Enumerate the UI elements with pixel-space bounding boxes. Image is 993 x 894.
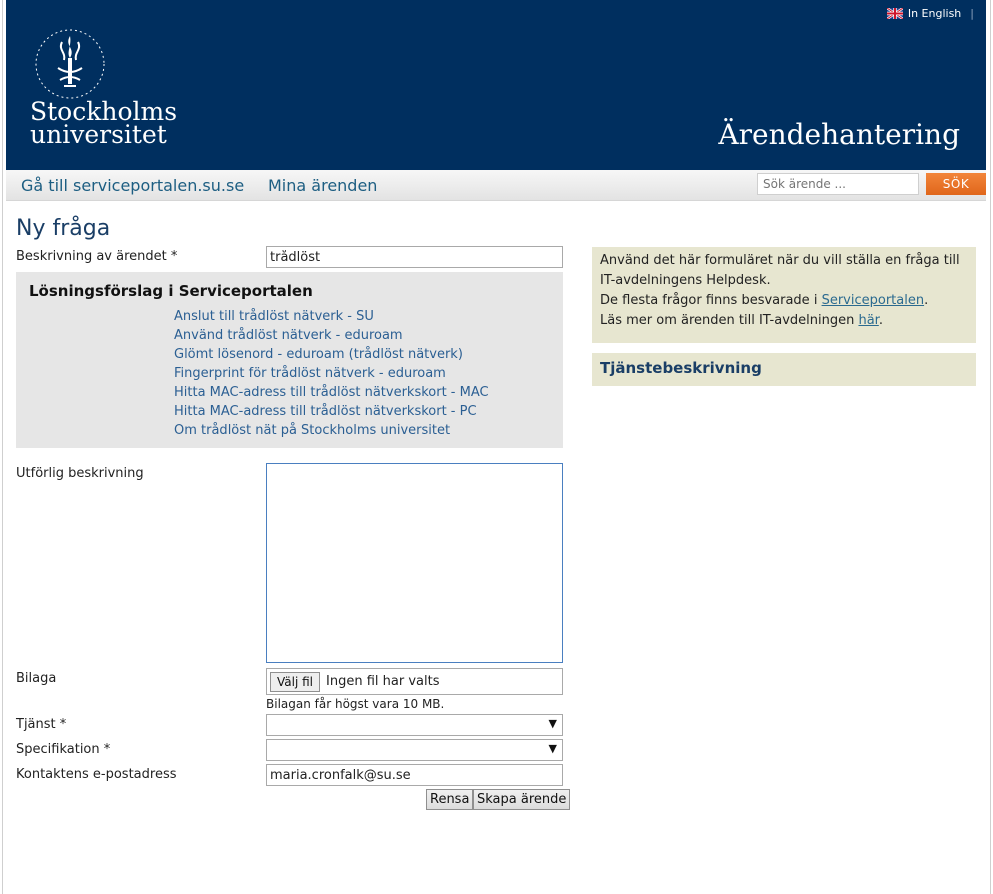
uk-flag-icon <box>886 8 903 19</box>
suggestion-link[interactable]: Anslut till trådlöst nätverk - SU <box>174 309 374 324</box>
suggestion-link[interactable]: Fingerprint för trådlöst nätverk - eduro… <box>174 366 446 381</box>
info-line-2: De flesta frågor finns besvarade i Servi… <box>600 291 968 311</box>
site-title: Ärendehantering <box>718 118 960 151</box>
language-link[interactable]: In English <box>908 7 961 20</box>
description-label: Beskrivning av ärendet * <box>16 249 178 264</box>
list-item: Hitta MAC-adress till trådlöst nätverksk… <box>174 383 489 402</box>
specification-select[interactable]: ▼ <box>266 739 563 761</box>
detail-textarea[interactable] <box>266 463 563 663</box>
suggestion-link[interactable]: Hitta MAC-adress till trådlöst nätverksk… <box>174 404 477 419</box>
search-input[interactable] <box>757 173 919 195</box>
info-text: De flesta frågor finns besvarade i <box>600 293 822 308</box>
service-select[interactable]: ▼ <box>266 714 563 736</box>
read-more-link[interactable]: här <box>858 313 878 328</box>
info-text: . <box>924 293 929 308</box>
search-button[interactable]: SÖK <box>926 173 986 195</box>
info-box: Använd det här formuläret när du vill st… <box>592 247 976 343</box>
detail-label: Utförlig beskrivning <box>16 466 144 481</box>
page-title: Ny fråga <box>16 216 111 241</box>
info-text: . <box>878 313 883 328</box>
service-description-box: Tjänstebeskrivning <box>592 353 976 386</box>
service-label: Tjänst * <box>16 717 67 732</box>
nav-link-my-cases[interactable]: Mina ärenden <box>268 176 377 195</box>
university-logo[interactable]: Stockholms universitet <box>30 99 177 149</box>
info-line-1: Använd det här formuläret när du vill st… <box>600 253 960 288</box>
suggestions-title: Lösningsförslag i Serviceportalen <box>29 282 313 300</box>
logo-line-2: universitet <box>30 120 167 149</box>
suggestions-list: Anslut till trådlöst nätverk - SU Använd… <box>174 307 489 440</box>
site-header: In English | Stockholms universitet Ären… <box>6 0 986 170</box>
nav-link-serviceportal[interactable]: Gå till serviceportalen.su.se <box>21 176 244 195</box>
info-text: Läs mer om ärenden till IT-avdelningen <box>600 313 859 328</box>
list-item: Glömt lösenord - eduroam (trådlöst nätve… <box>174 345 489 364</box>
language-separator: | <box>970 7 974 20</box>
dropdown-arrow-icon: ▼ <box>548 717 557 730</box>
email-input[interactable] <box>266 764 563 786</box>
university-seal-icon[interactable] <box>28 22 112 106</box>
suggestions-panel: Lösningsförslag i Serviceportalen Anslut… <box>16 272 563 448</box>
description-input[interactable] <box>266 246 563 268</box>
suggestion-link[interactable]: Glömt lösenord - eduroam (trådlöst nätve… <box>174 347 463 362</box>
email-label: Kontaktens e-postadress <box>16 767 177 782</box>
attachment-hint: Bilagan får högst vara 10 MB. <box>266 697 445 711</box>
list-item: Om trådlöst nät på Stockholms universite… <box>174 421 489 440</box>
info-line-3: Läs mer om ärenden till IT-avdelningen h… <box>600 311 968 331</box>
suggestion-link[interactable]: Hitta MAC-adress till trådlöst nätverksk… <box>174 385 489 400</box>
choose-file-button[interactable]: Välj fil <box>270 671 321 692</box>
create-case-button[interactable]: Skapa ärende <box>473 789 571 810</box>
serviceportal-link[interactable]: Serviceportalen <box>822 293 925 308</box>
reset-button[interactable]: Rensa <box>426 789 474 810</box>
nav-bar: Gå till serviceportalen.su.se Mina ärend… <box>6 170 986 201</box>
list-item: Använd trådlöst nätverk - eduroam <box>174 326 489 345</box>
specification-label: Specifikation * <box>16 742 111 757</box>
language-switch[interactable]: In English | <box>886 7 974 20</box>
file-status: Ingen fil har valts <box>326 674 440 689</box>
dropdown-arrow-icon: ▼ <box>548 742 557 755</box>
file-picker: Välj fil Ingen fil har valts <box>266 668 563 695</box>
attachment-label: Bilaga <box>16 671 57 686</box>
suggestion-link[interactable]: Om trådlöst nät på Stockholms universite… <box>174 423 450 438</box>
suggestion-link[interactable]: Använd trådlöst nätverk - eduroam <box>174 328 403 343</box>
list-item: Hitta MAC-adress till trådlöst nätverksk… <box>174 402 489 421</box>
list-item: Fingerprint för trådlöst nätverk - eduro… <box>174 364 489 383</box>
service-description-heading: Tjänstebeskrivning <box>600 359 762 377</box>
list-item: Anslut till trådlöst nätverk - SU <box>174 307 489 326</box>
